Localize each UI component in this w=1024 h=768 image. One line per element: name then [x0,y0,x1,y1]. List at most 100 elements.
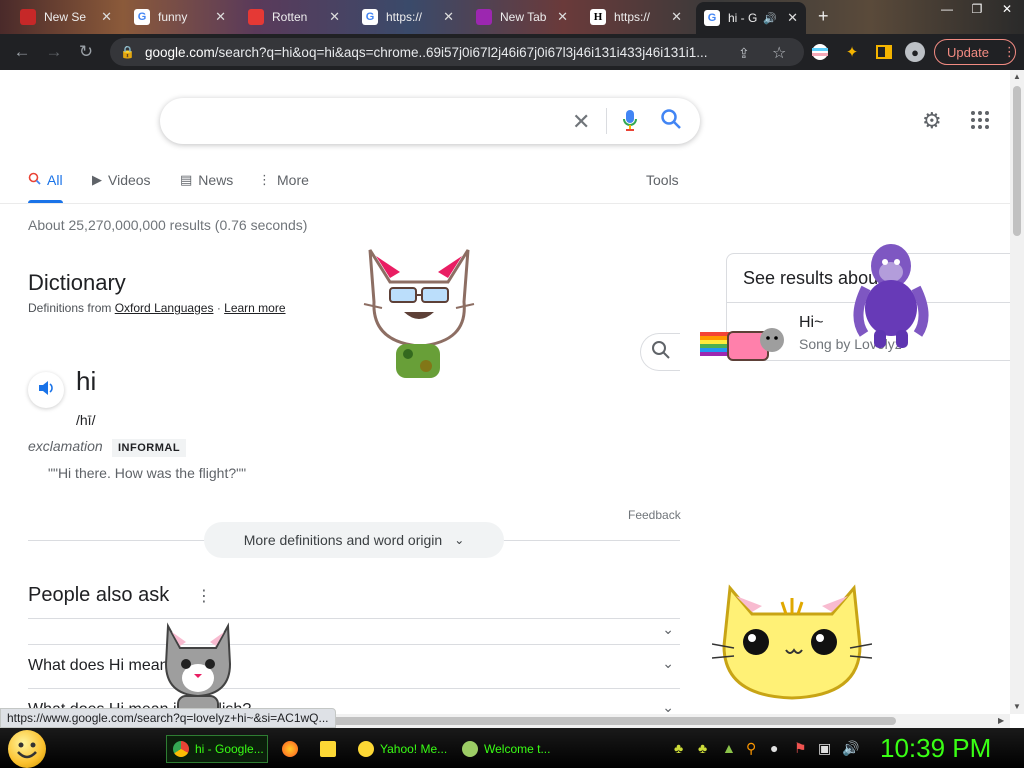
oxford-languages-link[interactable]: Oxford Languages [115,301,214,315]
more-vert-icon[interactable]: ⋮ [196,586,212,606]
taskbar-button-welcome[interactable]: Welcome t... [456,735,556,763]
url-text: google.com/search?q=hi&oq=hi&aqs=chrome.… [144,44,708,60]
share-icon[interactable]: ⇪ [738,45,750,62]
close-icon[interactable]: ✕ [787,10,798,26]
vertical-scrollbar[interactable]: ▲ ▼ [1010,70,1024,714]
reload-icon[interactable]: ↻ [76,42,96,62]
tray-app-icon[interactable]: ♣ [674,740,683,756]
taskbar-button-explorer[interactable] [314,735,344,763]
tools-button[interactable]: Tools [646,172,679,188]
source-prefix: Definitions from [28,301,112,315]
tab-more[interactable]: ⋮ More [258,172,309,188]
tab-videos[interactable]: ▶ Videos [92,172,151,188]
close-icon[interactable]: ✕ [671,9,682,25]
tab-label: All [47,172,63,188]
volume-icon[interactable]: 🔊 [842,740,859,757]
network-icon[interactable]: ▣ [818,740,831,757]
side-panel-icon[interactable] [874,42,894,62]
tab-title: Rotten [272,10,308,24]
tomato-icon [248,9,264,25]
taskbar-clock[interactable]: 10:39 PM [880,733,991,764]
chevron-down-icon: ⌄ [454,533,465,547]
back-arrow-icon[interactable]: ← [12,42,32,62]
tab-news[interactable]: ▤ News [180,172,233,188]
dictionary-search-button[interactable] [640,333,680,371]
tab-all[interactable]: All [28,172,63,203]
search-divider [606,108,607,134]
window-close-icon[interactable]: ✕ [992,0,1022,18]
address-bar[interactable]: 🔒 google.com/search?q=hi&oq=hi&aqs=chrom… [110,38,804,66]
feedback-link[interactable]: Feedback [628,508,681,522]
scroll-thumb[interactable] [1013,86,1021,236]
close-icon[interactable]: ✕ [443,9,454,25]
taskbar-button-chrome[interactable]: hi - Google... [166,735,268,763]
learn-more-link[interactable]: Learn more [224,301,285,315]
browser-tab[interactable]: G funny ✕ [126,4,234,30]
start-button[interactable] [8,730,46,768]
tab-favicon [20,9,36,25]
browser-tab[interactable]: G https:// ✕ [354,4,462,30]
speaker-icon [37,379,55,402]
close-icon[interactable]: ✕ [215,9,226,25]
chevron-down-icon: ⌄ [662,699,674,714]
close-icon[interactable]: ✕ [557,9,568,25]
close-icon[interactable]: ✕ [101,9,112,25]
more-definitions-button[interactable]: More definitions and word origin ⌄ [204,522,504,558]
kebab-menu-icon[interactable]: ⋮ [1003,44,1016,60]
settings-gear-icon[interactable]: ⚙ [922,108,942,134]
folder-icon [320,741,336,757]
search-input[interactable]: ✕ [160,98,700,144]
pronunciation-button[interactable] [28,372,64,408]
scroll-up-icon[interactable]: ▲ [1013,72,1021,81]
paa-question[interactable]: What does Hi mean? ⌄ [28,644,680,688]
screen: New Se ✕ G funny ✕ Rotten ✕ G https:// ✕… [0,0,1024,768]
entity-name[interactable]: Hi~ [799,314,823,332]
h-site-icon: H [590,9,606,25]
scroll-right-icon[interactable]: ▶ [998,716,1004,725]
maximize-icon[interactable]: ❐ [962,0,992,18]
google-icon: G [134,9,150,25]
scroll-down-icon[interactable]: ▼ [1013,702,1021,711]
forward-arrow-icon[interactable]: → [44,42,64,62]
minimize-icon[interactable]: — [932,0,962,18]
puzzle-icon[interactable]: ✦ [842,42,862,62]
search-nav-tabs: All ▶ Videos ▤ News ⋮ More Tools [0,168,1010,204]
browser-tab[interactable]: Rotten ✕ [240,4,348,30]
tray-app-icon[interactable]: ♣ [698,740,707,756]
app-icon [462,741,478,757]
link-status-bubble: https://www.google.com/search?q=lovelyz+… [0,708,336,728]
microphone-icon[interactable] [622,108,638,137]
update-button[interactable]: Update ⋮ [934,39,1016,65]
close-icon[interactable]: ✕ [329,9,340,25]
taskbar-button-firefox[interactable] [276,735,306,763]
cat-with-glasses-sprite [363,249,475,378]
tray-app-icon[interactable]: ● [770,740,778,756]
dictionary-word: hi [76,366,97,396]
tray-app-icon[interactable]: ▲ [722,740,736,756]
google-icon: G [704,10,720,26]
usage-example: ""Hi there. How was the flight?"" [48,465,247,481]
browser-tab-active[interactable]: G hi - G 🔊 ✕ [696,2,806,34]
tab-title: hi - G [728,11,758,25]
bookmark-star-icon[interactable]: ☆ [772,43,786,63]
browser-tab[interactable]: New Tab ✕ [468,4,576,30]
extension-flag-icon[interactable] [810,42,830,62]
audio-icon[interactable]: 🔊 [763,12,777,25]
new-tab-icon [476,9,492,25]
register-badge: INFORMAL [112,439,187,457]
browser-tab[interactable]: H https:// ✕ [582,4,690,30]
browser-tab[interactable]: New Se ✕ [12,4,120,30]
tray-flag-icon[interactable]: ⚑ [794,740,807,757]
paa-question[interactable]: ⌄ [28,618,680,644]
search-icon[interactable] [660,108,682,135]
new-tab-button[interactable]: + [818,6,829,27]
taskbar-button-yahoo[interactable]: Yahoo! Me... [352,735,448,763]
yellow-cat-sprite [712,584,872,700]
clear-icon[interactable]: ✕ [572,109,590,135]
nyan-cat-sprite [700,328,784,361]
google-apps-icon[interactable] [971,111,989,129]
tray-search-icon[interactable]: ⚲ [746,740,756,757]
tab-title: New Tab [500,10,547,24]
tab-strip: New Se ✕ G funny ✕ Rotten ✕ G https:// ✕… [0,0,1024,34]
profile-avatar[interactable]: ● [905,42,925,62]
